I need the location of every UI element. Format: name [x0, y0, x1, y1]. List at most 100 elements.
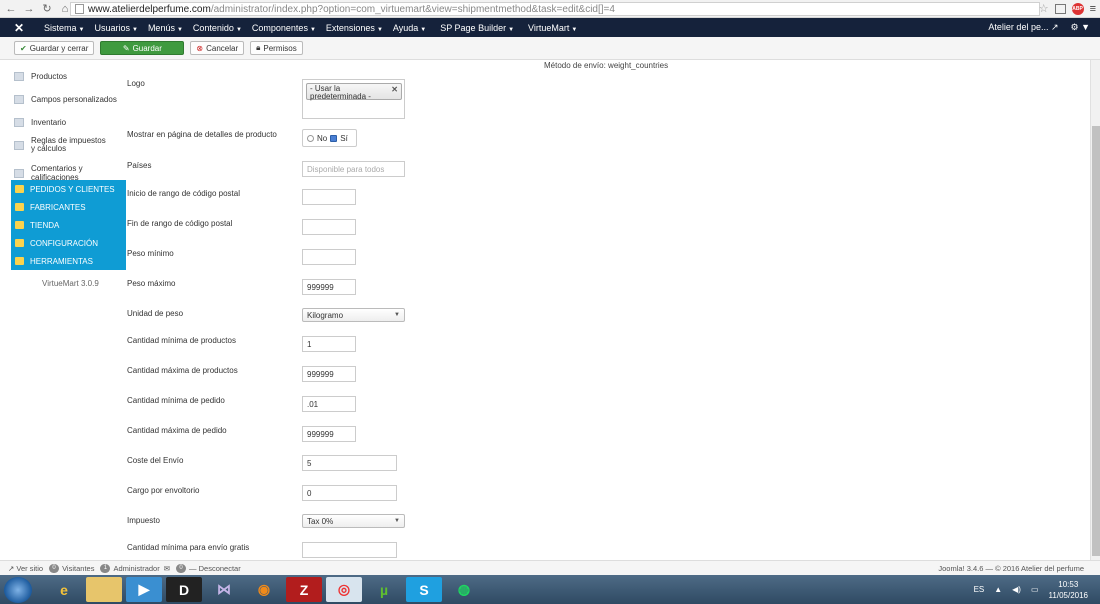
inventory-icon	[14, 118, 24, 127]
tax-value: Tax 0%	[307, 516, 334, 526]
show-on-details-label: Mostrar en página de detalles de product…	[127, 130, 277, 139]
filezilla-icon[interactable]: Z	[286, 577, 322, 602]
utorrent-icon[interactable]: µ	[366, 577, 402, 602]
visitors-badge: 0	[49, 563, 60, 573]
sidebar-item-reglas[interactable]: Reglas de impuestos y cálculos	[14, 137, 126, 153]
menu-ayuda[interactable]: Ayuda ▼	[393, 23, 426, 33]
menu-extensiones[interactable]: Extensiones ▼	[326, 23, 383, 33]
pack-cost-label: Cargo por envoltorio	[127, 486, 200, 495]
media-player-icon[interactable]: ▶	[126, 577, 162, 602]
pack-cost-input[interactable]: 0	[302, 485, 397, 501]
sidebar-section-pedidos[interactable]: PEDIDOS Y CLIENTES	[11, 180, 126, 198]
network-icon[interactable]: ▭	[1031, 585, 1039, 594]
remove-icon[interactable]: ✕	[391, 86, 398, 94]
bookmark-star-icon[interactable]: ☆	[1039, 2, 1049, 15]
weight-unit-value: Kilogramo	[307, 310, 344, 320]
radio-si[interactable]	[330, 134, 338, 142]
sidebar-section-tienda[interactable]: TIENDA	[11, 216, 126, 234]
spotify-icon[interactable]: ◍	[446, 577, 482, 602]
weight-unit-select[interactable]: Kilogramo ▼	[302, 308, 405, 322]
clock[interactable]: 10:53 11/05/2016	[1049, 579, 1088, 601]
custom-fields-icon	[14, 95, 24, 104]
save-close-button[interactable]: ✔ Guardar y cerrar	[14, 41, 95, 55]
menu-sistema[interactable]: Sistema ▼	[44, 23, 84, 33]
messages-icon[interactable]: ✉	[164, 564, 170, 573]
countries-input[interactable]: Disponible para todos	[302, 161, 405, 177]
scroll-thumb[interactable]	[1092, 126, 1100, 556]
weight-max-input[interactable]: 999999	[302, 279, 356, 295]
qty-max-input[interactable]: 999999	[302, 366, 356, 382]
ship-cost-input[interactable]: 5	[302, 455, 397, 471]
visual-studio-icon[interactable]: ⋈	[206, 577, 242, 602]
logout-link[interactable]: — Desconectar	[189, 564, 241, 573]
sidebar-section-herramientas[interactable]: HERRAMIENTAS	[11, 252, 126, 270]
sidebar-item-campos[interactable]: Campos personalizados	[14, 95, 126, 104]
tax-rules-icon	[14, 140, 24, 150]
start-button[interactable]	[4, 576, 32, 603]
menu-componentes[interactable]: Componentes ▼	[252, 23, 316, 33]
cancel-button[interactable]: ⊗ Cancelar	[190, 41, 245, 55]
skype-icon[interactable]: S	[406, 577, 442, 602]
qty-max-label: Cantidad máxima de productos	[127, 366, 238, 375]
shop-icon	[15, 221, 24, 229]
menu-menus[interactable]: Menús ▼	[148, 23, 183, 33]
menu-usuarios[interactable]: Usuarios ▼	[94, 23, 137, 33]
reload-icon[interactable]: ↻	[40, 2, 54, 16]
app-d-icon[interactable]: D	[166, 577, 202, 602]
order-min-label: Cantidad mínima de pedido	[127, 396, 225, 405]
volume-icon[interactable]: ◀)	[1012, 585, 1021, 594]
logo-select[interactable]: - Usar la predeterminada - ✕	[302, 79, 405, 119]
save-button[interactable]: ✎ Guardar	[100, 41, 185, 55]
radio-no-label: No	[317, 133, 328, 143]
menu-virtuemart[interactable]: VirtueMart ▼	[528, 23, 577, 33]
messages-badge: 0	[176, 563, 187, 573]
ie-icon[interactable]: e	[46, 577, 82, 602]
site-link[interactable]: Atelier del pe... ↗	[988, 22, 1058, 33]
extension-icon[interactable]	[1054, 3, 1066, 14]
firefox-icon[interactable]: ◉	[246, 577, 282, 602]
user-settings-icon[interactable]: ⚙ ▼	[1071, 22, 1090, 33]
language-indicator[interactable]: ES	[974, 585, 985, 594]
order-max-input[interactable]: 999999	[302, 426, 356, 442]
tray-arrow-icon[interactable]: ▲	[994, 585, 1002, 594]
qty-min-input[interactable]: 1	[302, 336, 356, 352]
tax-select[interactable]: Tax 0% ▼	[302, 514, 405, 528]
free-shipping-min-input[interactable]	[302, 542, 397, 558]
action-toolbar: ✔ Guardar y cerrar ✎ Guardar ⊗ Cancelar 🔒︎ P…	[0, 37, 1100, 60]
sidebar-item-inventario[interactable]: Inventario	[14, 118, 126, 127]
weight-min-label: Peso mínimo	[127, 249, 174, 258]
configuration-icon	[15, 239, 24, 247]
menu-sp-page-builder[interactable]: SP Page Builder ▼	[440, 23, 514, 33]
view-site-link[interactable]: ↗ Ver sitio	[8, 564, 43, 573]
url-path: /administrator/index.php?option=com_virt…	[210, 3, 615, 15]
radio-no[interactable]	[307, 134, 314, 142]
lock-icon: 🔒︎	[256, 43, 261, 52]
edit-icon: ✎	[122, 43, 130, 53]
forward-icon[interactable]: →	[22, 2, 36, 16]
sidebar-item-productos[interactable]: Productos	[14, 72, 126, 81]
joomla-logo-icon[interactable]: ✕	[8, 18, 30, 37]
address-bar[interactable]: www.atelierdelperfume.com/administrator/…	[70, 2, 1040, 16]
products-icon	[14, 72, 24, 81]
zip-start-input[interactable]	[302, 189, 356, 205]
zip-end-input[interactable]	[302, 219, 356, 235]
weight-max-label: Peso máximo	[127, 279, 176, 288]
logo-chip[interactable]: - Usar la predeterminada - ✕	[306, 83, 402, 101]
cancel-icon: ⊗	[196, 43, 204, 53]
url-host: www.atelierdelperfume.com	[88, 3, 211, 15]
orders-icon	[15, 185, 24, 193]
chrome-icon[interactable]: ◎	[326, 577, 362, 602]
order-min-input[interactable]: .01	[302, 396, 356, 412]
sidebar-section-fabricantes[interactable]: FABRICANTES	[11, 198, 126, 216]
browser-menu-icon[interactable]: ≡	[1090, 3, 1096, 15]
permissions-button[interactable]: 🔒︎ Permisos	[250, 41, 303, 55]
page-scrollbar[interactable]	[1090, 60, 1100, 560]
explorer-icon[interactable]	[86, 577, 122, 602]
clock-date: 11/05/2016	[1048, 590, 1088, 600]
menu-contenido[interactable]: Contenido ▼	[193, 23, 242, 33]
weight-min-input[interactable]	[302, 249, 356, 265]
back-icon[interactable]: ←	[4, 2, 18, 16]
show-on-details-toggle: No Sí	[302, 129, 357, 147]
sidebar-section-configuracion[interactable]: CONFIGURACIÓN	[11, 234, 126, 252]
adblock-icon[interactable]: ABP	[1071, 2, 1084, 15]
